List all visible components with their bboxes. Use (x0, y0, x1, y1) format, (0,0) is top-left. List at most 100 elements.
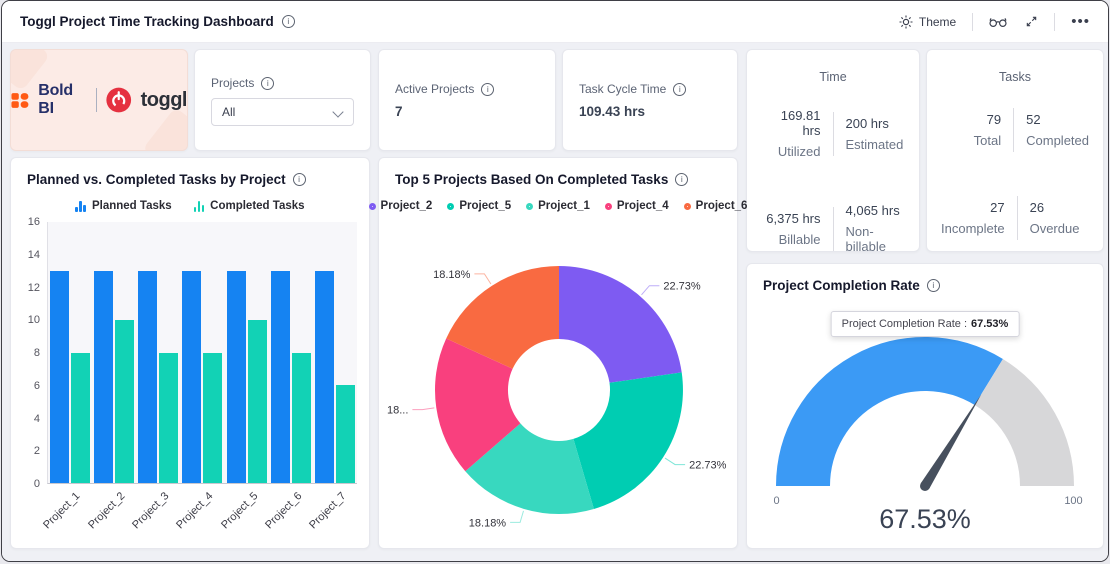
planned-vs-completed-chart-card: Planned vs. Completed Tasks by Project P… (10, 157, 370, 549)
bar-chart-legend-icon (75, 201, 86, 212)
tasks-summary-card: Tasks 79 Total 52 Completed 27 Incomplet… (926, 49, 1104, 252)
info-icon[interactable] (261, 77, 274, 90)
theme-button[interactable]: Theme (897, 13, 958, 31)
time-billable-label: Billable (761, 232, 821, 247)
gauge-tooltip: Project Completion Rate : 67.53% (831, 311, 1020, 337)
legend-label: Planned Tasks (92, 200, 172, 212)
bar-completed-tasks[interactable] (336, 385, 355, 483)
bar-planned-tasks[interactable] (315, 271, 334, 483)
gauge-needle-base (920, 481, 930, 491)
info-icon[interactable] (481, 83, 494, 96)
bar-planned-tasks[interactable] (94, 271, 113, 483)
time-estimated-label: Estimated (846, 137, 906, 152)
tasks-total-value: 79 (941, 112, 1001, 127)
projects-filter-label-row: Projects (211, 76, 354, 90)
time-estimated-value: 200 hrs (846, 116, 906, 131)
top-projects-chart-card: Top 5 Projects Based On Completed Tasks … (378, 157, 738, 549)
legend-item-Project_6[interactable]: Project_6 (684, 200, 748, 212)
bar-completed-tasks[interactable] (292, 353, 311, 484)
y-axis-tick: 10 (28, 314, 40, 326)
info-icon[interactable] (673, 83, 686, 96)
divider (972, 13, 973, 31)
time-row-2: 6,375 hrs Billable 4,065 hrs Non-billabl… (747, 203, 919, 254)
gauge-chart-header: Project Completion Rate (747, 264, 1103, 293)
bar-completed-tasks[interactable] (248, 320, 267, 483)
legend-item-Project_2[interactable]: Project_2 (369, 200, 433, 212)
fullscreen-button[interactable] (1023, 13, 1040, 30)
bar-completed-tasks[interactable] (71, 353, 90, 484)
bar-planned-tasks[interactable] (50, 271, 69, 483)
time-estimated-cell: 200 hrs Estimated (846, 116, 906, 152)
donut-legend-icon (605, 203, 612, 210)
donut-legend-icon (447, 203, 454, 210)
bar-planned-tasks[interactable] (227, 271, 246, 483)
legend-item-Project_4[interactable]: Project_4 (605, 200, 669, 212)
time-utilized-cell: 169.81 hrs Utilized (761, 108, 821, 159)
task-cycle-time-value: 109.43 hrs (579, 104, 721, 119)
y-axis-tick: 2 (34, 445, 40, 457)
y-axis-tick: 6 (34, 380, 40, 392)
time-billable-cell: 6,375 hrs Billable (761, 211, 821, 247)
bar-completed-tasks[interactable] (115, 320, 134, 483)
x-axis-label: Project_5 (224, 484, 268, 540)
projects-filter-card: Projects All (194, 49, 371, 151)
y-axis: 1614121086420 (21, 222, 47, 542)
legend-item-planned-tasks[interactable]: Planned Tasks (75, 200, 171, 212)
bar-planned-tasks[interactable] (138, 271, 157, 483)
time-nonbillable-cell: 4,065 hrs Non-billable (846, 203, 906, 254)
info-icon[interactable] (927, 279, 940, 292)
donut-legend-icon (369, 203, 376, 210)
y-axis-tick: 12 (28, 282, 40, 294)
bar-planned-tasks[interactable] (182, 271, 201, 483)
divider (1017, 196, 1018, 240)
brand-logo-card: Bold BI toggl (10, 49, 188, 151)
bar-chart-plot-area[interactable]: 1614121086420 Project_1Project_2Project_… (21, 222, 357, 542)
gauge-tooltip-value: 67.53% (971, 318, 1008, 330)
x-axis-label: Project_3 (136, 484, 180, 540)
sun-icon (899, 15, 913, 29)
bar-chart-title: Planned vs. Completed Tasks by Project (27, 172, 286, 187)
legend-label: Project_6 (696, 200, 748, 212)
dashboard-body: Bold BI toggl Projects All Active P (2, 43, 1108, 561)
gauge-tooltip-label: Project Completion Rate : (842, 318, 967, 330)
more-button[interactable]: ••• (1069, 16, 1092, 28)
task-cycle-time-label: Task Cycle Time (579, 82, 666, 96)
theme-label: Theme (919, 15, 956, 29)
legend-item-Project_5[interactable]: Project_5 (447, 200, 511, 212)
legend-item-completed-tasks[interactable]: Completed Tasks (194, 200, 305, 212)
donut-point-label: 22.73% (689, 460, 727, 472)
legend-label: Project_4 (617, 200, 669, 212)
donut-legend-icon (526, 203, 533, 210)
tasks-total-label: Total (941, 133, 1001, 148)
info-icon[interactable] (293, 173, 306, 186)
legend-item-Project_1[interactable]: Project_1 (526, 200, 590, 212)
projects-select[interactable]: All (211, 98, 354, 126)
tasks-completed-value: 52 (1026, 112, 1089, 127)
task-cycle-time-label-row: Task Cycle Time (579, 82, 721, 96)
bar-planned-tasks[interactable] (271, 271, 290, 483)
time-card-title: Time (747, 70, 919, 84)
info-icon[interactable] (282, 15, 295, 28)
donut-chart[interactable]: 22.73%22.73%18.18%18...18.18% (379, 218, 739, 546)
preview-button[interactable] (987, 14, 1009, 30)
header-title-group: Toggl Project Time Tracking Dashboard (20, 14, 295, 29)
donut-point-label: 18.18% (469, 517, 507, 529)
brand-logos: Bold BI toggl (11, 82, 187, 118)
divider (833, 207, 834, 251)
tasks-incomplete-cell: 27 Incomplete (941, 200, 1005, 236)
tasks-overdue-label: Overdue (1030, 221, 1089, 236)
bar-completed-tasks[interactable] (203, 353, 222, 484)
bar-group (182, 222, 222, 483)
gauge-chart[interactable]: 0100 (755, 334, 1096, 514)
tasks-row-2: 27 Incomplete 26 Overdue (927, 196, 1103, 240)
info-icon[interactable] (675, 173, 688, 186)
donut-point-label: 18... (387, 405, 408, 417)
donut-label-line (642, 286, 660, 295)
donut-label-line (412, 408, 434, 410)
header: Toggl Project Time Tracking Dashboard Th… (2, 1, 1108, 43)
x-axis-label: Project_4 (180, 484, 224, 540)
bar-completed-tasks[interactable] (159, 353, 178, 484)
y-axis-tick: 4 (34, 413, 40, 425)
donut-slice-Project_5[interactable] (573, 372, 683, 509)
ellipsis-icon: ••• (1071, 18, 1090, 26)
